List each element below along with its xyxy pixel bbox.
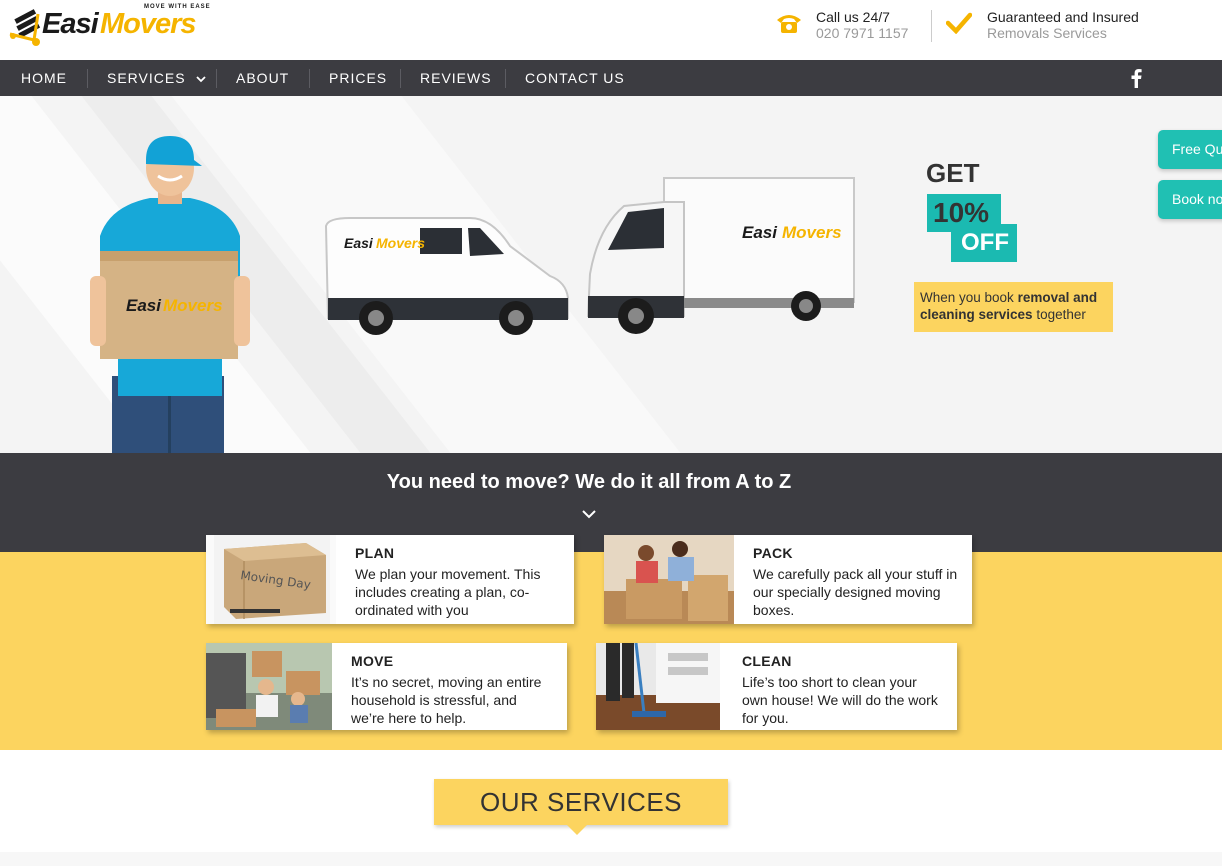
move-card-image (206, 643, 332, 730)
plan-card[interactable]: Moving Day PLAN We plan your movement. T… (206, 535, 574, 624)
promo-note-text-1: When you book (920, 290, 1018, 305)
call-title: Call us 24/7 (816, 9, 890, 25)
promo-off: OFF (951, 224, 1017, 262)
plan-card-image: Moving Day (206, 535, 336, 624)
nav-divider (505, 69, 506, 88)
svg-text:Easi: Easi (742, 223, 778, 242)
plan-text: We plan your movement. This includes cre… (355, 566, 541, 618)
a-to-z-heading: You need to move? We do it all from A to… (386, 471, 792, 493)
nav-item-services[interactable]: SERVICES (107, 60, 207, 96)
our-services-heading: OUR SERVICES (434, 779, 728, 825)
book-now-button[interactable]: Book no (1158, 180, 1222, 219)
clean-card-image (596, 643, 720, 730)
check-icon (946, 12, 972, 34)
svg-text:Movers: Movers (782, 223, 842, 242)
main-nav: HOME SERVICES ABOUT PRICES REVIEWS CONTA… (0, 60, 1222, 96)
clean-text: Life’s too short to clean your own house… (742, 674, 938, 726)
services-heading-pointer (567, 825, 587, 835)
svg-text:Easi: Easi (126, 296, 162, 315)
site-logo[interactable]: Easi Movers MOVE WITH EASE (8, 2, 213, 48)
chevron-down-icon (196, 76, 207, 83)
logo-text-movers: Movers (100, 8, 197, 40)
nav-divider (400, 69, 401, 88)
logo-text-easi: Easi (42, 8, 99, 40)
box-truck-image: Easi Movers (586, 177, 855, 334)
nav-item-prices[interactable]: PRICES (329, 60, 387, 96)
phone-icon (777, 15, 801, 33)
move-card[interactable]: MOVE It’s no secret, moving an entire ho… (206, 643, 567, 730)
facebook-icon[interactable] (1128, 68, 1144, 88)
small-van-image: Easi Movers (324, 217, 569, 335)
free-quote-button[interactable]: Free Qu (1158, 130, 1222, 169)
pack-text: We carefully pack all your stuff in our … (753, 566, 958, 618)
guarantee-subtitle: Removals Services (987, 25, 1107, 41)
promo-discount: 10% OFF (927, 194, 1017, 264)
nav-item-home[interactable]: HOME (21, 60, 67, 96)
plan-title: PLAN (355, 545, 395, 561)
clean-card[interactable]: CLEAN Life’s too short to clean your own… (596, 643, 957, 730)
promo-note: When you book removal and cleaning servi… (914, 282, 1113, 332)
nav-item-contact-us[interactable]: CONTACT US (525, 60, 625, 96)
bottom-strip (0, 852, 1222, 866)
call-number[interactable]: 020 7971 1157 (816, 25, 908, 41)
clean-title: CLEAN (742, 653, 792, 669)
promo-get: GET (926, 158, 980, 188)
svg-text:Movers: Movers (163, 296, 223, 315)
nav-item-about[interactable]: ABOUT (236, 60, 289, 96)
header-divider (931, 10, 932, 42)
nav-item-services-label: SERVICES (107, 70, 186, 86)
svg-text:Easi: Easi (344, 235, 374, 251)
hero-banner: Easi Movers Easi Movers Easi Movers GET … (0, 96, 1222, 453)
move-text: It’s no secret, moving an entire househo… (351, 674, 542, 726)
pack-title: PACK (753, 545, 793, 561)
nav-divider (216, 69, 217, 88)
chevron-down-icon[interactable] (581, 509, 597, 519)
pack-card[interactable]: PACK We carefully pack all your stuff in… (604, 535, 972, 624)
logo-tagline: MOVE WITH EASE (144, 4, 211, 10)
guarantee-title: Guaranteed and Insured (987, 9, 1139, 25)
nav-item-reviews[interactable]: REVIEWS (420, 60, 492, 96)
svg-text:Movers: Movers (376, 235, 425, 251)
promo-note-text-2: together (1032, 307, 1086, 322)
nav-divider (87, 69, 88, 88)
mover-person-image: Easi Movers (90, 136, 250, 453)
site-header: Easi Movers MOVE WITH EASE Call us 24/7 … (0, 0, 1222, 60)
pack-card-image (604, 535, 734, 624)
nav-divider (309, 69, 310, 88)
move-title: MOVE (351, 653, 394, 669)
